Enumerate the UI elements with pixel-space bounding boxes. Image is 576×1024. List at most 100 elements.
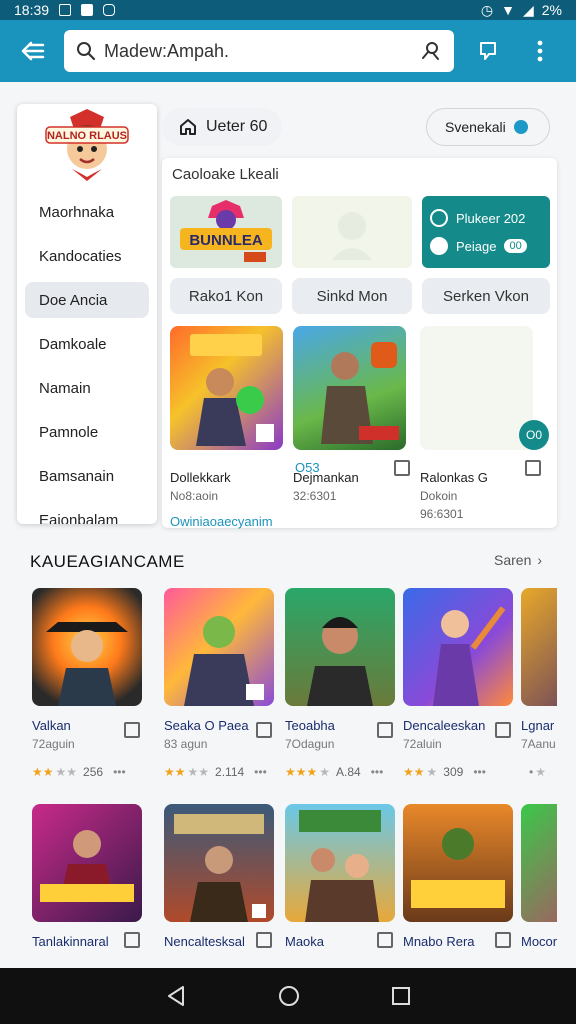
- status-bar: 18:39 ◷ ▼ ◢ 2%: [0, 0, 576, 20]
- home-icon: [180, 119, 196, 135]
- game-meta: 72aluin: [403, 737, 442, 751]
- game-card[interactable]: Dollekkark No8:aoin: [170, 326, 285, 503]
- bookmark-icon[interactable]: [377, 932, 393, 948]
- notification-icon: [81, 4, 94, 16]
- game-thumbnail: [32, 804, 142, 922]
- section-title: KAUEAGIANCAME: [30, 552, 185, 571]
- more-vert-icon: [537, 40, 543, 62]
- menu-item[interactable]: Bamsanain: [17, 454, 157, 498]
- menu-item[interactable]: Eaionbalam: [17, 498, 157, 525]
- bookmark-icon[interactable]: [124, 932, 140, 948]
- bookmark-icon[interactable]: [124, 722, 140, 738]
- game-card[interactable]: Teoabha 7Odagun ★★★ ★ A.84 •••: [285, 588, 397, 779]
- game-card[interactable]: O53 Dejmankan 32:6301: [293, 326, 410, 503]
- game-card[interactable]: Dencaleeskan 72aluin ★★ ★ 309 •••: [403, 588, 515, 779]
- game-title: Mocor: [521, 934, 557, 949]
- game-card[interactable]: Valkan 72aguin ★★ ★★ 256 •••: [32, 588, 144, 779]
- filter-chip[interactable]: Ueter 60: [162, 108, 282, 146]
- game-thumbnail: [420, 326, 533, 450]
- fab-button[interactable]: O0: [519, 420, 549, 450]
- game-card[interactable]: Ralonkas G Dokoin 96:6301: [420, 326, 541, 521]
- bookmark-icon: [480, 42, 496, 60]
- game-title: Ralonkas G: [420, 470, 488, 485]
- game-card[interactable]: Lgnar 7Aanu • ★: [521, 588, 557, 779]
- check-icon: [430, 237, 448, 255]
- tab[interactable]: Sinkd Mon: [292, 278, 412, 314]
- game-card[interactable]: Maoka: [285, 804, 397, 949]
- svg-text:NALNO RLAUS: NALNO RLAUS: [47, 130, 127, 142]
- featured-banner[interactable]: BUNNLEA: [170, 196, 282, 268]
- search-icon: [77, 42, 96, 61]
- sort-chip[interactable]: Svenekali: [426, 108, 550, 146]
- bookmark-icon[interactable]: [495, 722, 511, 738]
- search-text: Madew:Ampah.: [104, 40, 230, 61]
- game-thumbnail: [285, 588, 395, 706]
- bookmark-icon[interactable]: [377, 722, 393, 738]
- bookmark-icon[interactable]: [394, 460, 410, 476]
- game-meta: 72aguin: [32, 737, 75, 751]
- game-thumbnail: [164, 804, 274, 922]
- more-options-button[interactable]: [514, 20, 566, 82]
- game-thumbnail: [293, 326, 406, 450]
- option-row[interactable]: Plukeer 202: [430, 204, 542, 232]
- game-thumbnail: [403, 588, 513, 706]
- voice-search-icon[interactable]: [420, 40, 442, 62]
- app-bar: Madew:Ampah.: [0, 20, 576, 82]
- option-row[interactable]: Peiage 00: [430, 232, 542, 260]
- menu-item-active[interactable]: Doe Ancia: [25, 282, 149, 318]
- wifi-icon: ▼: [501, 2, 515, 18]
- featured-panel: Caoloake Lkeali BUNNLEA Plukeer 202 Peia…: [162, 158, 557, 528]
- game-card[interactable]: Mocor: [521, 804, 557, 949]
- game-thumbnail: [285, 804, 395, 922]
- rating: ★★ ★★ 2.114 •••: [164, 765, 267, 779]
- bookmark-icon[interactable]: [495, 932, 511, 948]
- featured-options: Plukeer 202 Peiage 00: [422, 196, 550, 268]
- game-meta: 32:6301: [293, 489, 337, 503]
- back-icon: [21, 41, 45, 61]
- bookmark-icon[interactable]: [256, 932, 272, 948]
- option-badge: 00: [504, 239, 527, 253]
- game-meta: 83 agun: [164, 737, 208, 751]
- game-card[interactable]: Seaka O Paea 83 agun ★★ ★★ 2.114 •••: [164, 588, 276, 779]
- game-card[interactable]: Mnabo Rera: [403, 804, 515, 949]
- game-card[interactable]: Tanlakinnaral: [32, 804, 144, 949]
- rating: ★★ ★ 309 •••: [403, 765, 486, 779]
- search-input[interactable]: Madew:Ampah.: [64, 30, 454, 72]
- main-content: NALNO RLAUS Maorhnaka Kandocaties Doe An…: [0, 82, 576, 968]
- system-nav-bar: [0, 968, 576, 1024]
- featured-placeholder[interactable]: [292, 196, 412, 268]
- home-nav-icon[interactable]: [277, 984, 301, 1008]
- side-menu: NALNO RLAUS Maorhnaka Kandocaties Doe An…: [17, 104, 157, 524]
- recents-nav-icon[interactable]: [391, 986, 411, 1006]
- notification-icon: [103, 4, 116, 16]
- game-thumbnail: [164, 588, 274, 706]
- game-number: O53: [295, 460, 320, 475]
- featured-title: Caoloake Lkeali: [172, 166, 279, 183]
- see-all-link[interactable]: Saren ›: [494, 552, 542, 568]
- status-time: 18:39: [14, 2, 50, 18]
- menu-item[interactable]: Namain: [17, 366, 157, 410]
- tab[interactable]: Rako1 Kon: [170, 278, 282, 314]
- toggle-dot-icon: [513, 120, 528, 134]
- menu-item[interactable]: Pamnole: [17, 410, 157, 454]
- game-card[interactable]: Nencaltesksal: [164, 804, 276, 949]
- svg-text:BUNNLEA: BUNNLEA: [189, 232, 262, 249]
- bookmark-icon[interactable]: [256, 722, 272, 738]
- back-nav-icon[interactable]: [165, 985, 187, 1007]
- back-button[interactable]: [0, 20, 64, 82]
- rating: ★★ ★★ 256 •••: [32, 765, 126, 779]
- menu-item[interactable]: Maorhnaka: [17, 190, 157, 234]
- featured-link[interactable]: Owiniaoaecyanim: [170, 514, 273, 529]
- bookmark-icon[interactable]: [525, 460, 541, 476]
- radio-icon: [430, 209, 448, 227]
- tab[interactable]: Serken Vkon: [422, 278, 550, 314]
- game-meta: 7Odagun: [285, 737, 335, 751]
- menu-item[interactable]: Kandocaties: [17, 234, 157, 278]
- bookmark-button[interactable]: [462, 20, 514, 82]
- category-tabs: Rako1 Kon Sinkd Mon Serken Vkon: [170, 278, 550, 314]
- menu-item[interactable]: Damkoale: [17, 322, 157, 366]
- game-meta: No8:aoin: [170, 489, 219, 503]
- game-thumbnail: [170, 326, 283, 450]
- chevron-right-icon: ›: [537, 552, 543, 568]
- notification-icon: [59, 4, 72, 16]
